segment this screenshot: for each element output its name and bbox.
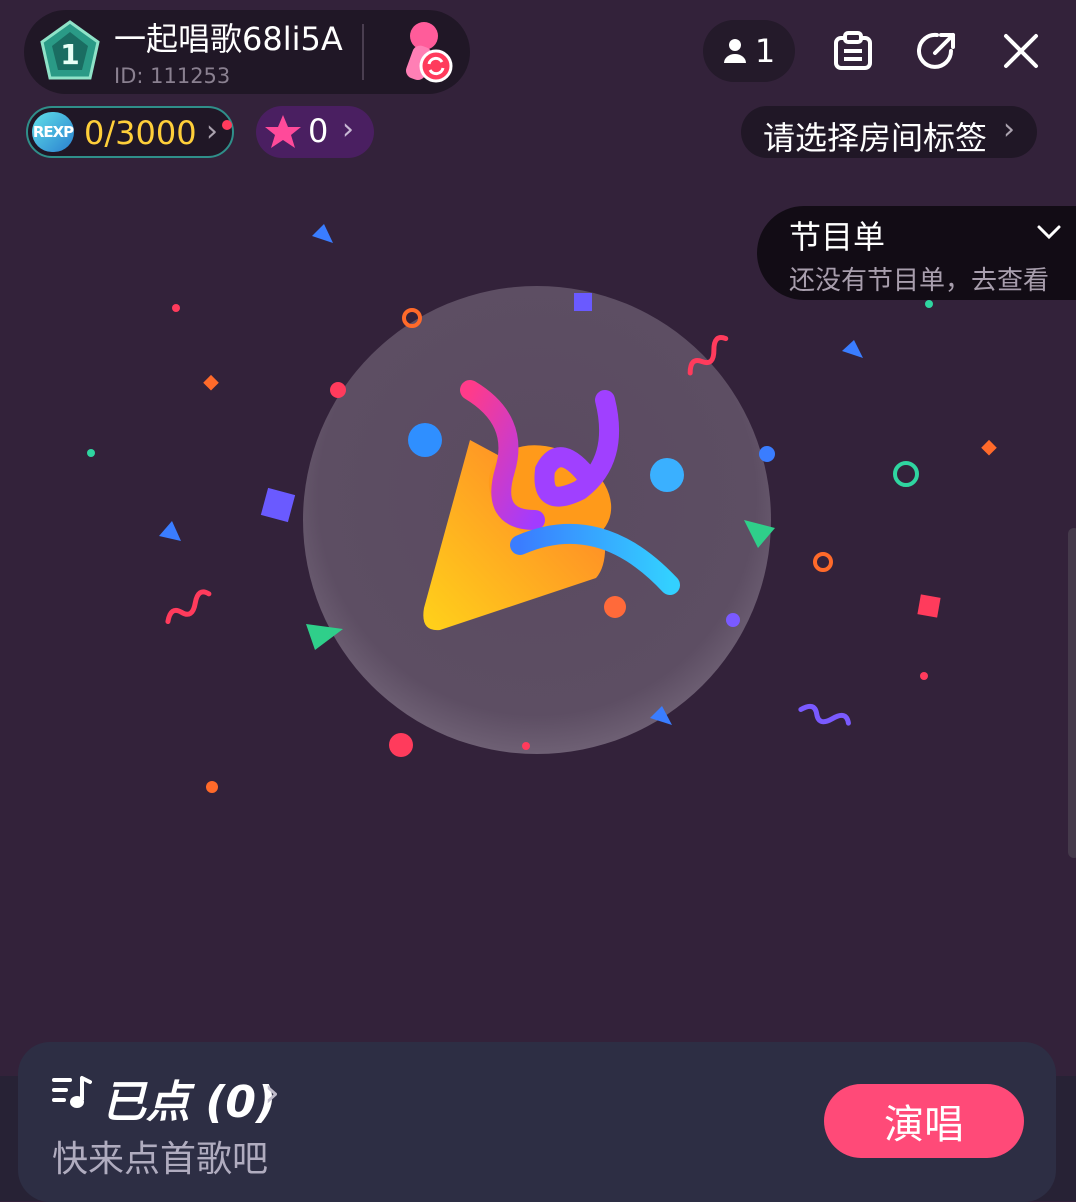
star-pill[interactable]: 0 › bbox=[256, 106, 374, 158]
exp-progress-text: 0/3000 bbox=[84, 114, 197, 152]
star-icon bbox=[265, 115, 301, 148]
divider bbox=[362, 24, 364, 80]
party-popper-illustration bbox=[87, 224, 997, 793]
member-count: 1 bbox=[754, 32, 776, 70]
chevron-right-icon: › bbox=[342, 112, 354, 147]
exp-progress-pill[interactable]: REXP 0/3000 › bbox=[26, 106, 234, 158]
microphone-switch-icon[interactable] bbox=[394, 20, 454, 86]
sing-button[interactable]: 演唱 bbox=[824, 1084, 1024, 1158]
room-info-pill[interactable]: 1 一起唱歌68li5A ID: 111253 bbox=[24, 10, 470, 94]
room-tag-label: 请选择房间标签 bbox=[763, 119, 988, 157]
level-number: 1 bbox=[60, 38, 79, 71]
chevron-right-icon: › bbox=[206, 114, 218, 149]
chevron-right-icon: › bbox=[1003, 112, 1015, 147]
queue-title[interactable]: 已点 (0) bbox=[102, 1066, 276, 1130]
room-title: 一起唱歌68li5A bbox=[114, 20, 343, 58]
side-scroll-handle[interactable] bbox=[1068, 528, 1076, 858]
star-count: 0 bbox=[308, 112, 329, 150]
clipboard-icon bbox=[834, 31, 872, 70]
share-button[interactable] bbox=[906, 20, 968, 82]
queue-subtitle: 快来点首歌吧 bbox=[52, 1139, 269, 1180]
share-icon bbox=[917, 32, 955, 69]
notification-dot bbox=[222, 120, 232, 130]
song-queue-panel[interactable]: 已点 (0) › 快来点首歌吧 演唱 bbox=[18, 1042, 1056, 1202]
clipboard-button[interactable] bbox=[822, 20, 884, 82]
chevron-right-icon[interactable]: › bbox=[264, 1070, 280, 1116]
exp-badge-icon: REXP bbox=[32, 112, 74, 152]
room-tag-selector[interactable]: 请选择房间标签 › bbox=[741, 106, 1037, 158]
person-icon bbox=[723, 39, 746, 63]
close-button[interactable] bbox=[990, 20, 1052, 82]
level-badge-icon: 1 bbox=[38, 20, 102, 84]
close-icon bbox=[1004, 34, 1038, 68]
room-id: ID: 111253 bbox=[114, 64, 231, 88]
member-count-button[interactable]: 1 bbox=[703, 20, 795, 82]
music-queue-icon bbox=[52, 1076, 92, 1108]
